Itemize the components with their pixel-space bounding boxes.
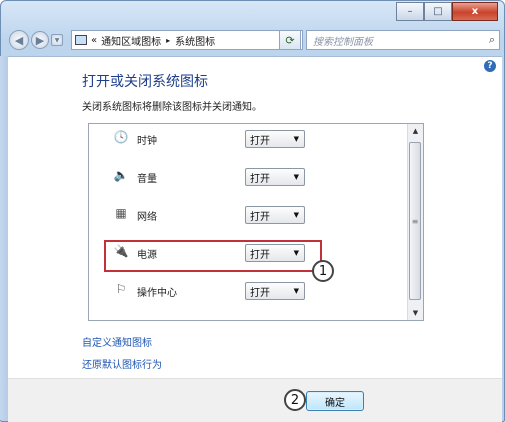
window-left-frame	[0, 56, 8, 420]
control-panel-icon	[75, 35, 87, 45]
page-title: 打开或关闭系统图标	[82, 74, 208, 90]
back-button[interactable]: ◀	[9, 30, 29, 50]
behavior-select[interactable]: 打开 ▼	[245, 206, 305, 224]
search-placeholder: 搜索控制面板	[313, 36, 373, 48]
page-description: 关闭系统图标将删除该图标并关闭通知。	[82, 102, 262, 113]
main-content: ? 打开或关闭系统图标 关闭系统图标将删除该图标并关闭通知。 🕓 时钟 打开 ▼…	[8, 56, 502, 378]
icon-name: 音量	[137, 174, 157, 185]
chevron-down-icon: ▼	[293, 135, 299, 143]
minimize-button[interactable]: –	[396, 2, 424, 21]
customize-notification-icons-link[interactable]: 自定义通知图标	[82, 334, 152, 349]
behavior-select[interactable]: 打开 ▼	[245, 282, 305, 300]
close-button[interactable]: x	[452, 2, 498, 21]
breadcrumb-item-notification-area-icons[interactable]: 通知区域图标	[101, 33, 161, 48]
breadcrumb-overflow[interactable]: «	[91, 35, 97, 46]
forward-arrow-icon: ▶	[35, 33, 45, 47]
selected-value: 打开	[250, 287, 270, 299]
network-icon: ▦	[115, 206, 127, 220]
selected-value: 打开	[250, 211, 270, 223]
search-input[interactable]: 搜索控制面板 ⌕	[306, 30, 500, 50]
list-item: 🕓 时钟 打开 ▼	[89, 128, 409, 150]
maximize-button[interactable]: □	[424, 2, 452, 21]
help-icon[interactable]: ?	[484, 60, 496, 72]
scroll-thumb[interactable]: ≡	[409, 142, 421, 300]
annotation-marker-2: 2	[284, 389, 306, 411]
list-item: ⚐ 操作中心 打开 ▼	[89, 280, 409, 302]
icon-name: 操作中心	[137, 288, 177, 299]
chevron-down-icon: ▼	[54, 36, 60, 44]
chevron-down-icon: ▼	[293, 173, 299, 181]
refresh-icon: ⟳	[285, 33, 295, 47]
list-item: 🔈 音量 打开 ▼	[89, 166, 409, 188]
chevron-down-icon: ▼	[293, 287, 299, 295]
navigation-bar: ◀ ▶ ▼ « 通知区域图标 ▸ 系统图标 ▼ ⟳ 搜索控制面板 ⌕	[1, 25, 504, 55]
vertical-scrollbar[interactable]: ▲ ≡ ▼	[407, 124, 423, 320]
behavior-select[interactable]: 打开 ▼	[245, 168, 305, 186]
speaker-icon: 🔈	[113, 168, 129, 182]
back-arrow-icon: ◀	[14, 33, 24, 47]
clock-icon: 🕓	[113, 130, 129, 144]
icon-name: 时钟	[137, 136, 157, 147]
breadcrumb-separator[interactable]: ▸	[166, 36, 170, 45]
chevron-down-icon: ▼	[293, 211, 299, 219]
flag-icon: ⚐	[115, 282, 127, 296]
restore-default-behavior-link[interactable]: 还原默认图标行为	[82, 356, 162, 371]
system-icons-list[interactable]: 🕓 时钟 打开 ▼ 🔈 音量 打开 ▼ ▦ 网络 打开 ▼ 🔌 电源 打开 ▼ …	[88, 123, 424, 321]
refresh-button[interactable]: ⟳	[279, 30, 301, 50]
annotation-marker-1: 1	[312, 260, 334, 282]
breadcrumb-item-system-icons[interactable]: 系统图标	[175, 33, 215, 48]
selected-value: 打开	[250, 135, 270, 147]
ok-button[interactable]: 确定	[306, 391, 364, 411]
scroll-up-icon[interactable]: ▲	[408, 124, 423, 138]
search-icon[interactable]: ⌕	[489, 33, 495, 47]
caption-buttons: – □ x	[396, 2, 498, 21]
behavior-select[interactable]: 打开 ▼	[245, 130, 305, 148]
list-item: ▦ 网络 打开 ▼	[89, 204, 409, 226]
selected-value: 打开	[250, 173, 270, 185]
forward-button[interactable]: ▶	[31, 31, 49, 49]
scroll-down-icon[interactable]: ▼	[408, 306, 423, 320]
recent-pages-button[interactable]: ▼	[51, 34, 63, 46]
address-bar[interactable]: « 通知区域图标 ▸ 系统图标 ▼	[71, 30, 303, 50]
dialog-footer: 2 确定	[8, 378, 502, 422]
icon-name: 网络	[137, 212, 157, 223]
power-row-highlight	[104, 240, 322, 272]
